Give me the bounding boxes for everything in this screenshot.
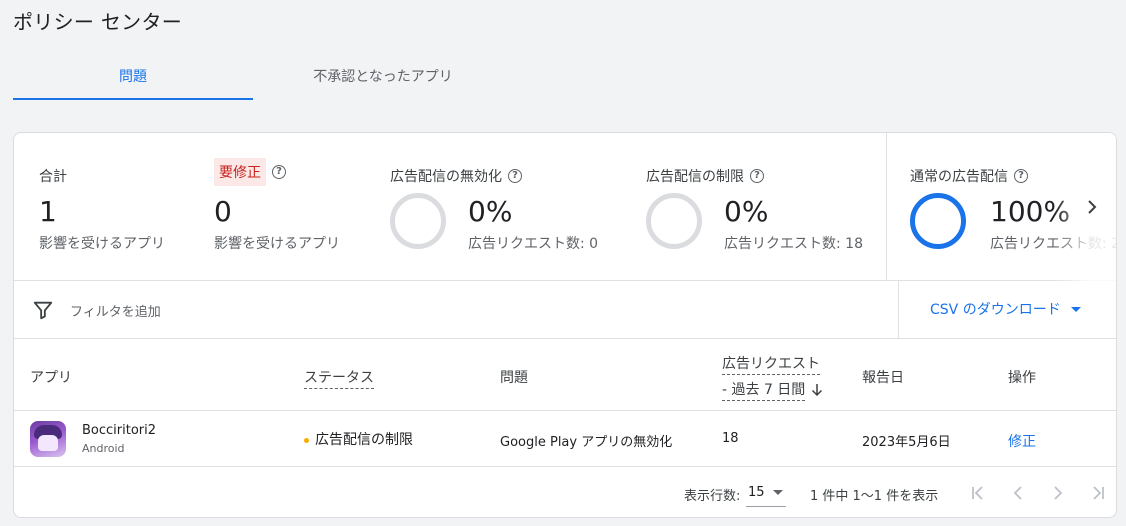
status-cell: 広告配信の制限 bbox=[304, 429, 413, 449]
status-text: 広告配信の制限 bbox=[315, 432, 413, 448]
col-header-requests-line1: 広告リクエスト bbox=[722, 353, 820, 375]
disabled-ring-chart bbox=[390, 193, 446, 249]
disabled-stat: 広告配信の無効化 ? bbox=[390, 166, 522, 186]
next-page-icon[interactable] bbox=[1046, 481, 1070, 505]
app-icon bbox=[30, 421, 66, 457]
table-header: アプリ ステータス 問題 広告リクエスト - 過去 7 日間 報告日 操作 bbox=[14, 339, 1116, 411]
limited-stat: 広告配信の制限 ? bbox=[646, 166, 764, 186]
rows-per-page-select[interactable]: 15 bbox=[746, 479, 786, 507]
col-header-requests-line2: - 過去 7 日間 bbox=[722, 379, 806, 401]
needs-fix-sub: 影響を受けるアプリ bbox=[214, 236, 340, 252]
normal-stat: 通常の広告配信 ? bbox=[910, 166, 1028, 186]
normal-ring-chart bbox=[910, 193, 966, 249]
normal-label: 通常の広告配信 bbox=[910, 169, 1008, 185]
needs-fix-value: 0 bbox=[214, 195, 232, 228]
issues-card: 合計 1 影響を受けるアプリ 要修正 ? 0 影響を受けるアプリ 広告配信の無効… bbox=[13, 132, 1117, 518]
total-sub: 影響を受けるアプリ bbox=[39, 236, 165, 252]
help-icon[interactable]: ? bbox=[1014, 169, 1028, 183]
normal-value: 100% bbox=[990, 195, 1071, 228]
filter-bar: フィルタを追加 CSV のダウンロード bbox=[14, 281, 1116, 339]
app-platform: Android bbox=[82, 442, 125, 455]
first-page-icon[interactable] bbox=[966, 481, 990, 505]
csv-download-label: CSV のダウンロード bbox=[930, 302, 1061, 318]
total-stat: 合計 bbox=[39, 166, 67, 186]
page-title: ポリシー センター bbox=[13, 10, 183, 34]
total-label: 合計 bbox=[39, 169, 67, 185]
rows-per-page-label: 表示行数: bbox=[684, 489, 741, 504]
help-icon[interactable]: ? bbox=[272, 165, 286, 179]
csv-divider bbox=[898, 281, 899, 339]
help-icon[interactable]: ? bbox=[508, 169, 522, 183]
last-page-icon[interactable] bbox=[1086, 481, 1110, 505]
csv-download-button[interactable]: CSV のダウンロード bbox=[930, 299, 1081, 319]
summary-panel: 合計 1 影響を受けるアプリ 要修正 ? 0 影響を受けるアプリ 広告配信の無効… bbox=[14, 133, 1117, 281]
summary-divider bbox=[886, 133, 887, 281]
limited-label: 広告配信の制限 bbox=[646, 169, 744, 185]
chevron-right-icon[interactable] bbox=[1082, 195, 1102, 219]
col-header-app: アプリ bbox=[30, 370, 72, 386]
disabled-value: 0% bbox=[468, 195, 513, 228]
issue-cell: Google Play アプリの無効化 bbox=[500, 435, 673, 450]
status-dot-icon bbox=[304, 437, 309, 443]
col-header-issue: 問題 bbox=[500, 370, 528, 386]
dropdown-caret-icon bbox=[1070, 306, 1081, 312]
limited-sub: 広告リクエスト数: 18 bbox=[724, 236, 863, 252]
filter-icon[interactable] bbox=[32, 299, 54, 321]
tab-bar: 問題 不承認となったアプリ bbox=[13, 52, 513, 100]
prev-page-icon[interactable] bbox=[1006, 481, 1030, 505]
disabled-sub: 広告リクエスト数: 0 bbox=[468, 236, 599, 252]
fix-link[interactable]: 修正 bbox=[1008, 431, 1036, 451]
app-name[interactable]: Bocciritori2 bbox=[82, 423, 156, 438]
total-value: 1 bbox=[39, 195, 57, 228]
tab-issues[interactable]: 問題 bbox=[13, 52, 253, 100]
normal-sub: 広告リクエスト数: 2 bbox=[990, 236, 1117, 252]
limited-value: 0% bbox=[724, 195, 769, 228]
reported-cell: 2023年5月6日 bbox=[862, 435, 951, 450]
requests-cell: 18 bbox=[722, 431, 739, 446]
needs-fix-stat: 要修正 ? bbox=[214, 158, 286, 186]
limited-ring-chart bbox=[646, 193, 702, 249]
filter-input[interactable]: フィルタを追加 bbox=[70, 301, 161, 320]
pagination: 表示行数: 15 1 件中 1〜1 件を表示 bbox=[14, 467, 1116, 517]
col-header-reported: 報告日 bbox=[862, 370, 904, 386]
col-header-action: 操作 bbox=[1008, 370, 1036, 386]
table-row[interactable]: Bocciritori2 Android 広告配信の制限 Google Play… bbox=[14, 411, 1116, 467]
col-header-requests[interactable]: 広告リクエスト - 過去 7 日間 bbox=[722, 353, 823, 401]
page-range-text: 1 件中 1〜1 件を表示 bbox=[810, 489, 939, 504]
tab-disapproved-apps[interactable]: 不承認となったアプリ bbox=[253, 52, 513, 100]
col-header-status[interactable]: ステータス bbox=[304, 367, 374, 389]
dropdown-caret-icon bbox=[772, 490, 783, 495]
rows-per-page-value: 15 bbox=[748, 485, 765, 500]
help-icon[interactable]: ? bbox=[750, 169, 764, 183]
needs-fix-badge: 要修正 bbox=[214, 158, 266, 186]
sort-arrow-down-icon[interactable] bbox=[811, 383, 823, 397]
disabled-label: 広告配信の無効化 bbox=[390, 169, 502, 185]
